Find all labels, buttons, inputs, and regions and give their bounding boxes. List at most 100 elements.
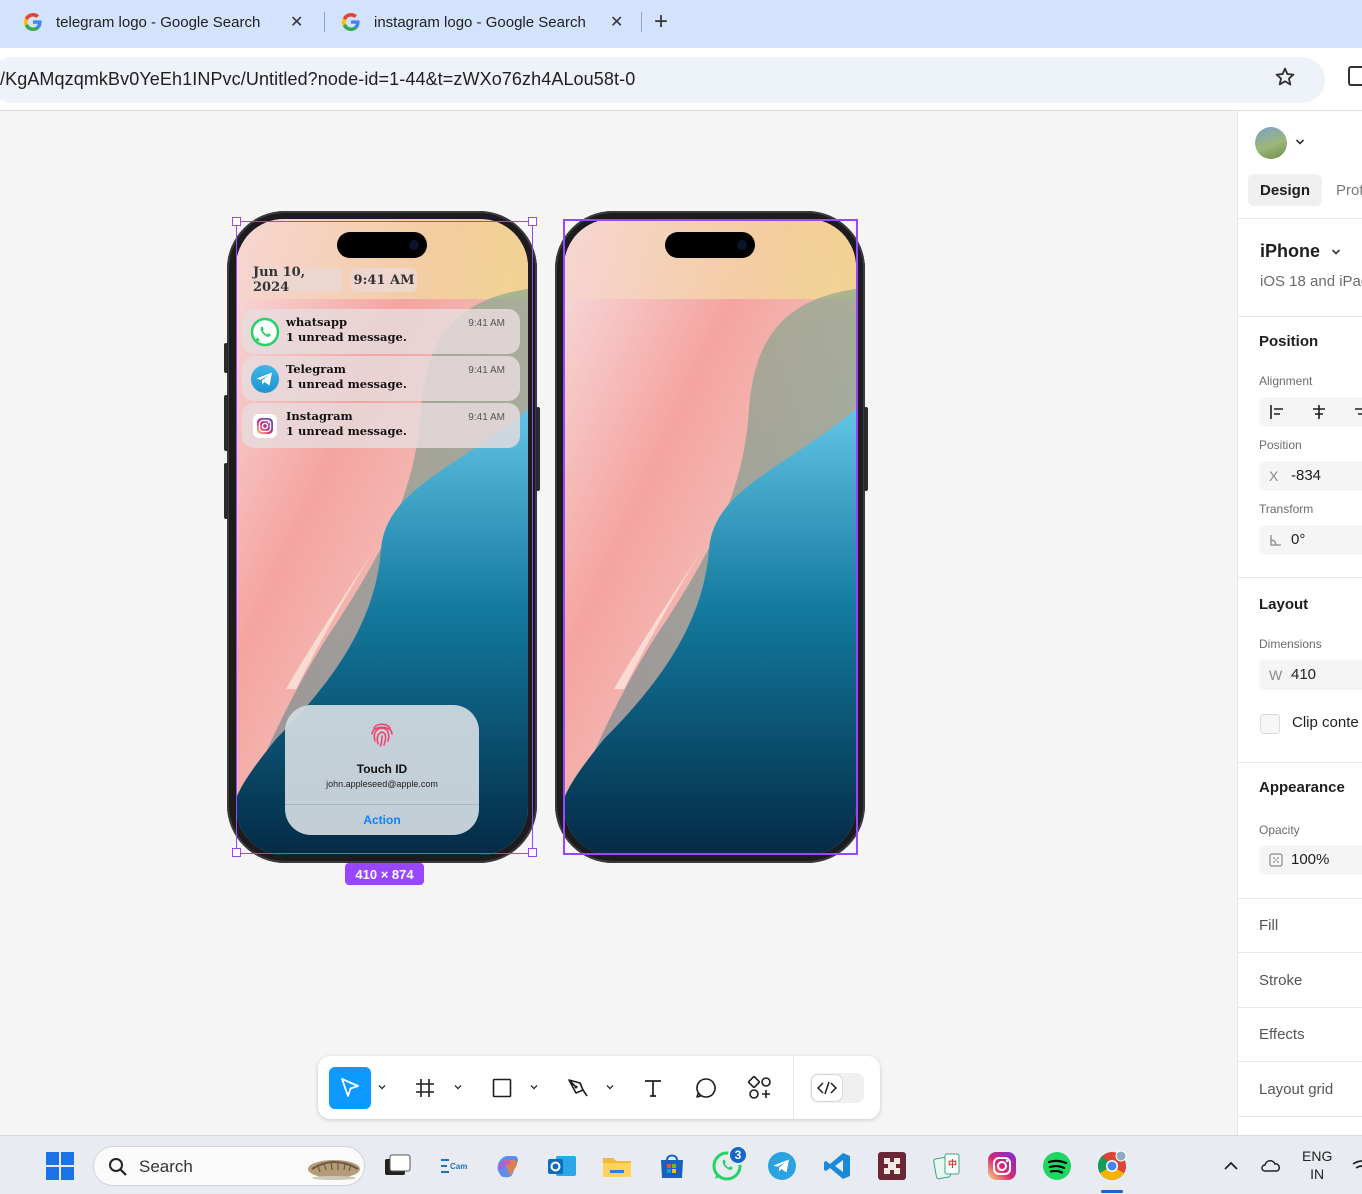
layout-grid-section[interactable]: Layout grid [1259, 1081, 1333, 1098]
comment-tool-button[interactable] [685, 1067, 727, 1109]
notification-time: 9:41 AM [468, 365, 505, 376]
x-position-field[interactable]: X -834 [1259, 461, 1362, 491]
telegram-taskbar-icon[interactable] [765, 1149, 799, 1183]
vscode-icon[interactable] [820, 1149, 854, 1183]
chevron-up-icon[interactable] [1223, 1160, 1239, 1172]
language-indicator[interactable]: ENG IN [1302, 1148, 1332, 1182]
frame-preset-label: iPhone [1260, 241, 1321, 261]
new-tab-icon[interactable]: + [654, 8, 668, 36]
align-center-icon[interactable] [1310, 403, 1328, 421]
browser-tab-telegram[interactable]: telegram logo - Google Search ✕ [24, 0, 314, 44]
svg-text:Camu: Camu [450, 1162, 468, 1171]
outlook-icon[interactable] [545, 1149, 579, 1183]
fill-section[interactable]: Fill [1259, 917, 1278, 934]
resize-handle[interactable] [528, 848, 537, 857]
address-bar[interactable]: /KgAMqzqmkBv0YeEh1INPvc/Untitled?node-id… [0, 57, 1325, 103]
align-right-icon[interactable] [1351, 403, 1362, 421]
close-tab-icon[interactable]: ✕ [290, 12, 303, 32]
design-canvas[interactable]: Jun 10, 2024 9:41 AM whatsapp 1 unread m… [0, 111, 1237, 1135]
microsoft-store-icon[interactable] [655, 1149, 689, 1183]
divider [1238, 218, 1362, 219]
notification-whatsapp[interactable]: whatsapp 1 unread message. 9:41 AM [242, 309, 520, 354]
resize-handle[interactable] [232, 848, 241, 857]
chevron-down-icon[interactable] [1295, 137, 1305, 147]
chevron-down-icon[interactable] [606, 1083, 614, 1091]
rectangle-tool-button[interactable] [481, 1067, 523, 1109]
chevron-down-icon [1331, 249, 1341, 255]
instagram-icon [253, 414, 277, 438]
mahjong-app-icon[interactable]: 中 [930, 1149, 964, 1183]
close-tab-icon[interactable]: ✕ [610, 12, 623, 32]
dev-mode-toggle[interactable] [810, 1073, 864, 1103]
copilot-icon[interactable] [490, 1149, 524, 1183]
instagram-taskbar-icon[interactable] [985, 1149, 1019, 1183]
iphone-frame-home[interactable] [555, 211, 868, 863]
home-display [564, 219, 856, 855]
chevron-down-icon[interactable] [530, 1083, 538, 1091]
position-label: Position [1259, 438, 1302, 452]
clip-content-checkbox[interactable] [1260, 714, 1280, 734]
taskbar-search[interactable]: Search [93, 1146, 365, 1186]
file-explorer-icon[interactable] [600, 1149, 634, 1183]
wifi-icon[interactable] [1352, 1158, 1362, 1174]
rotation-field[interactable]: 0° [1259, 525, 1362, 555]
bookmark-star-icon[interactable] [1274, 66, 1296, 88]
width-field[interactable]: W 410 [1259, 660, 1362, 690]
lock-date: Jun 10, 2024 [253, 265, 343, 295]
resize-handle[interactable] [528, 217, 537, 226]
spotify-icon[interactable] [1040, 1149, 1074, 1183]
w-prefix: W [1269, 667, 1283, 683]
lockscreen-display: Jun 10, 2024 9:41 AM whatsapp 1 unread m… [236, 219, 528, 855]
iphone-frame-lockscreen[interactable]: Jun 10, 2024 9:41 AM whatsapp 1 unread m… [224, 211, 540, 863]
chevron-down-icon[interactable] [454, 1083, 462, 1091]
puzzle-app-icon[interactable] [875, 1149, 909, 1183]
toolbar-separator [793, 1056, 794, 1119]
touch-id-email: john.appleseed@apple.com [326, 779, 438, 789]
power-button [864, 407, 868, 491]
align-left-icon[interactable] [1269, 403, 1287, 421]
tab-title: instagram logo - Google Search [374, 13, 586, 31]
power-button [536, 407, 540, 491]
pen-tool-button[interactable] [557, 1067, 599, 1109]
move-tool-button[interactable] [329, 1067, 371, 1109]
task-view-icon[interactable] [380, 1149, 414, 1183]
camu-app-icon[interactable]: Camu [436, 1149, 470, 1183]
tab-prototype[interactable]: Prot [1336, 182, 1362, 199]
whatsapp-icon [250, 317, 280, 347]
divider [1238, 316, 1362, 317]
google-g-icon [342, 13, 360, 31]
action-button [224, 343, 228, 373]
stroke-section[interactable]: Stroke [1259, 972, 1302, 989]
frame-icon [416, 1079, 434, 1097]
resize-handle[interactable] [232, 217, 241, 226]
text-tool-button[interactable] [632, 1067, 674, 1109]
notification-message: 1 unread message. [286, 377, 407, 391]
alignment-label: Alignment [1259, 374, 1313, 388]
onedrive-cloud-icon[interactable] [1260, 1157, 1282, 1173]
frame-tool-button[interactable] [404, 1067, 446, 1109]
notification-app-name: Telegram [286, 362, 346, 376]
effects-section[interactable]: Effects [1259, 1026, 1305, 1043]
touch-id-action-button[interactable]: Action [285, 813, 479, 827]
chevron-down-icon[interactable] [378, 1083, 386, 1091]
browser-tab-instagram[interactable]: instagram logo - Google Search ✕ [342, 0, 632, 44]
toggle-knob [812, 1075, 842, 1101]
notification-message: 1 unread message. [286, 424, 407, 438]
opacity-icon [1269, 853, 1283, 867]
actions-tool-button[interactable] [739, 1067, 781, 1109]
divider [1238, 1061, 1362, 1062]
search-highlight-illustration [308, 1160, 360, 1180]
width-value: 410 [1291, 666, 1317, 683]
url-text[interactable]: /KgAMqzqmkBv0YeEh1INPvc/Untitled?node-id… [0, 69, 635, 90]
tab-design[interactable]: Design [1248, 174, 1322, 206]
chrome-icon[interactable] [1095, 1149, 1129, 1183]
notification-instagram[interactable]: Instagram 1 unread message. 9:41 AM [242, 403, 520, 448]
volume-up-button [224, 395, 228, 451]
extensions-icon[interactable] [1348, 66, 1362, 86]
user-avatar[interactable] [1255, 127, 1287, 159]
actions-icon [747, 1075, 771, 1099]
opacity-field[interactable]: 100% [1259, 845, 1362, 875]
notification-telegram[interactable]: Telegram 1 unread message. 9:41 AM [242, 356, 520, 401]
frame-preset-name[interactable]: iPhone [1260, 241, 1341, 262]
windows-start-icon[interactable] [45, 1151, 75, 1181]
